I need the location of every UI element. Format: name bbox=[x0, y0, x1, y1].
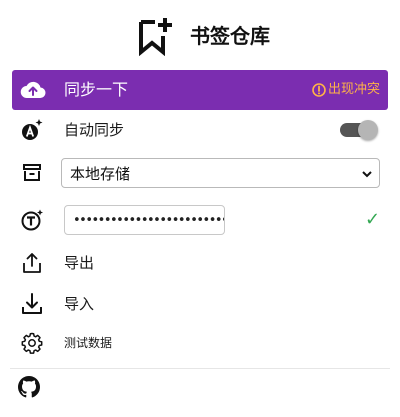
header: 书签仓库 bbox=[0, 0, 400, 70]
gear-icon bbox=[21, 332, 43, 354]
toggle-knob bbox=[358, 120, 378, 140]
token-valid-check-icon: ✓ bbox=[365, 209, 381, 230]
conflict-warning[interactable]: 出现冲突 bbox=[312, 81, 380, 99]
download-icon bbox=[22, 293, 42, 314]
auto-sync-label: 自动同步 bbox=[64, 121, 125, 139]
token-masked-value: •••••••••••••••••••••••••••••••••••• bbox=[73, 213, 224, 228]
auto-sync-icon bbox=[22, 119, 43, 140]
cloud-upload-icon bbox=[20, 81, 46, 99]
app-title: 书签仓库 bbox=[190, 24, 270, 48]
token-input[interactable]: •••••••••••••••••••••••••••••••••••• bbox=[64, 205, 225, 235]
sync-label: 同步一下 bbox=[64, 80, 129, 99]
export-row[interactable]: 导出 bbox=[0, 243, 400, 283]
export-label: 导出 bbox=[64, 254, 95, 272]
storage-select[interactable]: 本地存储 bbox=[61, 158, 380, 188]
import-row[interactable]: 导入 bbox=[0, 284, 400, 324]
text-token-icon bbox=[21, 209, 43, 231]
import-label: 导入 bbox=[64, 295, 95, 313]
storage-selected-value: 本地存储 bbox=[70, 165, 131, 183]
sync-button[interactable]: 同步一下 出现冲突 bbox=[12, 70, 388, 110]
auto-sync-toggle[interactable] bbox=[340, 120, 378, 140]
alert-circle-icon bbox=[312, 83, 326, 97]
test-data-label: 测试数据 bbox=[64, 336, 113, 350]
upload-icon bbox=[23, 253, 41, 273]
github-icon[interactable] bbox=[18, 376, 40, 398]
conflict-label: 出现冲突 bbox=[327, 82, 380, 97]
chevron-down-icon bbox=[362, 171, 372, 178]
test-data-row[interactable]: 测试数据 bbox=[0, 323, 400, 363]
bookmark-plus-icon bbox=[139, 18, 172, 56]
footer-divider bbox=[10, 368, 390, 369]
archive-icon bbox=[23, 164, 41, 181]
